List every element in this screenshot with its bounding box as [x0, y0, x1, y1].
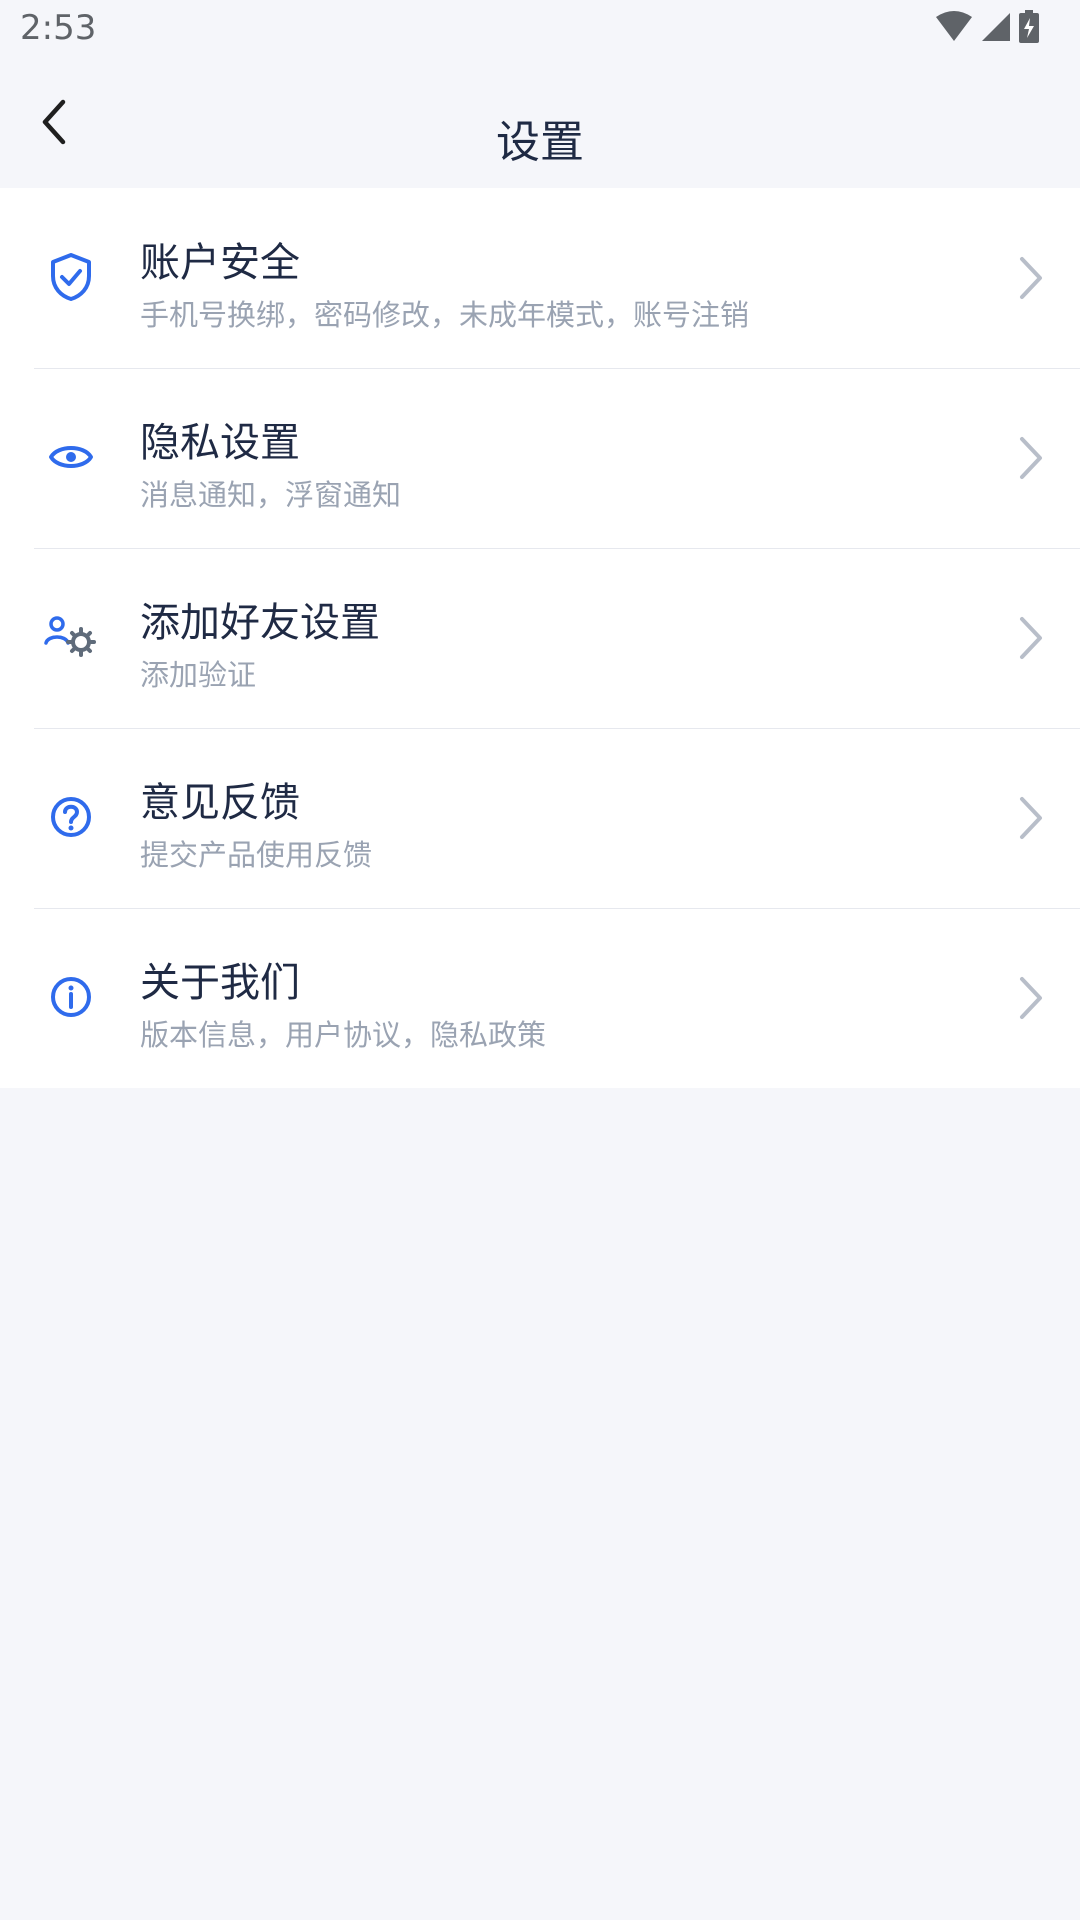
settings-item-title: 关于我们 [140, 960, 300, 1006]
status-time: 2:53 [20, 8, 97, 48]
info-circle-icon [42, 968, 100, 1026]
settings-item-subtitle: 手机号换绑，密码修改，未成年模式，账号注销 [140, 298, 750, 332]
settings-item-subtitle: 添加验证 [140, 658, 257, 692]
settings-item-title: 隐私设置 [140, 420, 300, 466]
question-circle-icon [42, 788, 100, 846]
page-title: 设置 [496, 117, 584, 168]
settings-item-about-us[interactable]: 关于我们 版本信息，用户协议，隐私政策 [0, 908, 1080, 1088]
settings-item-title: 账户安全 [140, 240, 300, 286]
battery-charging-icon [1018, 10, 1040, 48]
settings-item-account-security[interactable]: 账户安全 手机号换绑，密码修改，未成年模式，账号注销 [0, 188, 1080, 368]
settings-item-title: 添加好友设置 [140, 600, 380, 646]
settings-item-feedback[interactable]: 意见反馈 提交产品使用反馈 [0, 728, 1080, 908]
settings-list: 账户安全 手机号换绑，密码修改，未成年模式，账号注销 隐私设置 消息通知，浮窗通… [0, 188, 1080, 1088]
settings-item-subtitle: 版本信息，用户协议，隐私政策 [140, 1018, 547, 1052]
chevron-right-icon [1014, 614, 1048, 662]
settings-item-subtitle: 消息通知，浮窗通知 [140, 478, 402, 512]
status-icons [934, 10, 1040, 48]
eye-icon [42, 428, 100, 486]
user-gear-icon [42, 608, 100, 666]
chevron-right-icon [1014, 794, 1048, 842]
settings-item-title: 意见反馈 [140, 780, 300, 826]
settings-item-subtitle: 提交产品使用反馈 [140, 838, 373, 872]
wifi-icon [934, 11, 974, 47]
header: 设置 [0, 60, 1080, 188]
chevron-right-icon [1014, 974, 1048, 1022]
status-bar: 2:53 [0, 0, 1080, 60]
settings-item-add-friend[interactable]: 添加好友设置 添加验证 [0, 548, 1080, 728]
settings-item-privacy[interactable]: 隐私设置 消息通知，浮窗通知 [0, 368, 1080, 548]
shield-check-icon [42, 248, 100, 306]
chevron-right-icon [1014, 434, 1048, 482]
cell-signal-icon [980, 11, 1012, 47]
chevron-right-icon [1014, 254, 1048, 302]
